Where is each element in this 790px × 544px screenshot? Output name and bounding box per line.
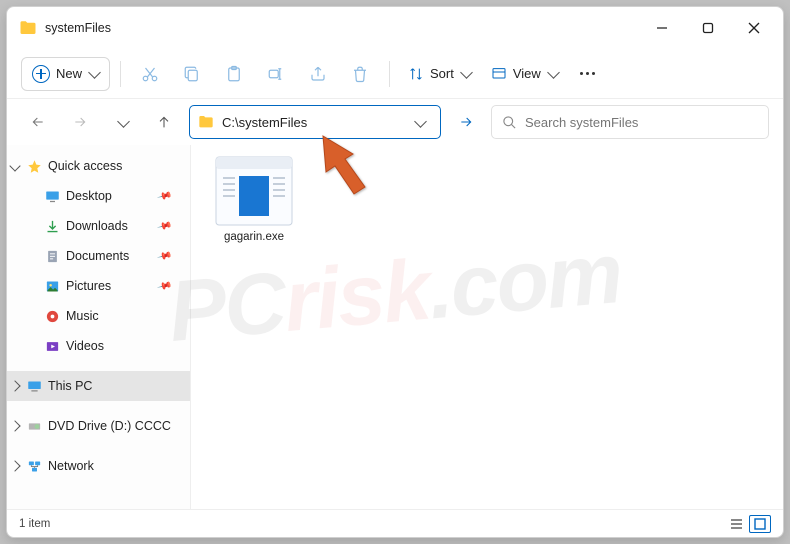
chevron-right-icon: [9, 380, 20, 391]
sort-label: Sort: [430, 66, 454, 81]
desktop-icon: [45, 189, 60, 204]
sidebar-item-network[interactable]: Network: [7, 451, 190, 481]
icons-view-button[interactable]: [749, 515, 771, 533]
address-text: C:\systemFiles: [222, 115, 398, 130]
videos-icon: [45, 339, 60, 354]
documents-label: Documents: [66, 249, 129, 263]
toolbar: New Sort View: [7, 49, 783, 99]
share-button[interactable]: [299, 57, 337, 91]
dvd-icon: [27, 419, 42, 434]
desktop-label: Desktop: [66, 189, 112, 203]
chevron-down-icon: [547, 66, 560, 79]
pin-icon: 📌: [156, 188, 172, 204]
quickaccess-label: Quick access: [48, 159, 122, 173]
chevron-right-icon: [9, 420, 20, 431]
pictures-icon: [45, 279, 60, 294]
spacer: [7, 361, 190, 371]
search-input[interactable]: [525, 115, 758, 130]
music-label: Music: [66, 309, 99, 323]
sidebar-item-music[interactable]: Music: [7, 301, 190, 331]
chevron-down-icon: [88, 66, 101, 79]
nav-row: C:\systemFiles: [7, 99, 783, 145]
close-button[interactable]: [731, 7, 777, 49]
plus-icon: [32, 65, 50, 83]
forward-button[interactable]: [63, 105, 97, 139]
pin-icon: 📌: [156, 218, 172, 234]
content-area[interactable]: gagarin.exe: [191, 145, 783, 509]
exe-icon: [214, 155, 294, 227]
pin-icon: 📌: [156, 248, 172, 264]
explorer-window: systemFiles New Sort View: [6, 6, 784, 538]
pin-icon: 📌: [156, 278, 172, 294]
copy-button[interactable]: [173, 57, 211, 91]
up-button[interactable]: [147, 105, 181, 139]
search-icon: [502, 115, 517, 130]
pictures-label: Pictures: [66, 279, 111, 293]
folder-icon: [19, 19, 37, 37]
music-icon: [45, 309, 60, 324]
address-bar[interactable]: C:\systemFiles: [189, 105, 441, 139]
document-icon: [45, 249, 60, 264]
titlebar: systemFiles: [7, 7, 783, 49]
window-title: systemFiles: [45, 21, 639, 35]
details-view-button[interactable]: [725, 515, 747, 533]
view-label: View: [513, 66, 541, 81]
sidebar-item-quickaccess[interactable]: Quick access: [7, 151, 190, 181]
videos-label: Videos: [66, 339, 104, 353]
sidebar-item-videos[interactable]: Videos: [7, 331, 190, 361]
refresh-button[interactable]: [449, 105, 483, 139]
network-icon: [27, 459, 42, 474]
spacer: [7, 441, 190, 451]
thispc-label: This PC: [48, 379, 92, 393]
back-button[interactable]: [21, 105, 55, 139]
view-toggle: [725, 515, 771, 533]
dvd-label: DVD Drive (D:) CCCC: [48, 419, 171, 433]
star-icon: [27, 159, 42, 174]
delete-button[interactable]: [341, 57, 379, 91]
window-controls: [639, 7, 777, 49]
spacer: [7, 401, 190, 411]
main-area: Quick access Desktop 📌 Downloads 📌 Docum…: [7, 145, 783, 509]
new-button[interactable]: New: [21, 57, 110, 91]
maximize-button[interactable]: [685, 7, 731, 49]
address-dropdown[interactable]: [406, 106, 432, 138]
new-label: New: [56, 66, 82, 81]
item-count: 1 item: [19, 518, 50, 530]
sidebar-item-dvd[interactable]: DVD Drive (D:) CCCC: [7, 411, 190, 441]
file-item[interactable]: gagarin.exe: [207, 155, 301, 243]
recent-button[interactable]: [105, 105, 139, 139]
status-bar: 1 item: [7, 509, 783, 537]
separator: [120, 61, 121, 87]
paste-button[interactable]: [215, 57, 253, 91]
sort-button[interactable]: Sort: [400, 57, 479, 91]
pc-icon: [27, 379, 42, 394]
more-button[interactable]: [580, 72, 595, 75]
chevron-down-icon: [117, 115, 130, 128]
cut-button[interactable]: [131, 57, 169, 91]
sidebar-item-desktop[interactable]: Desktop 📌: [7, 181, 190, 211]
sidebar-item-thispc[interactable]: This PC: [7, 371, 190, 401]
sidebar-item-downloads[interactable]: Downloads 📌: [7, 211, 190, 241]
downloads-label: Downloads: [66, 219, 128, 233]
search-box[interactable]: [491, 105, 769, 139]
download-icon: [45, 219, 60, 234]
minimize-button[interactable]: [639, 7, 685, 49]
file-label: gagarin.exe: [224, 231, 284, 243]
chevron-down-icon: [414, 115, 427, 128]
chevron-right-icon: [9, 460, 20, 471]
folder-icon: [198, 114, 214, 130]
chevron-down-icon: [460, 66, 473, 79]
sidebar-item-pictures[interactable]: Pictures 📌: [7, 271, 190, 301]
chevron-down-icon: [9, 160, 20, 171]
view-button[interactable]: View: [483, 57, 566, 91]
sidebar-item-documents[interactable]: Documents 📌: [7, 241, 190, 271]
sidebar: Quick access Desktop 📌 Downloads 📌 Docum…: [7, 145, 191, 509]
rename-button[interactable]: [257, 57, 295, 91]
separator: [389, 61, 390, 87]
network-label: Network: [48, 459, 94, 473]
